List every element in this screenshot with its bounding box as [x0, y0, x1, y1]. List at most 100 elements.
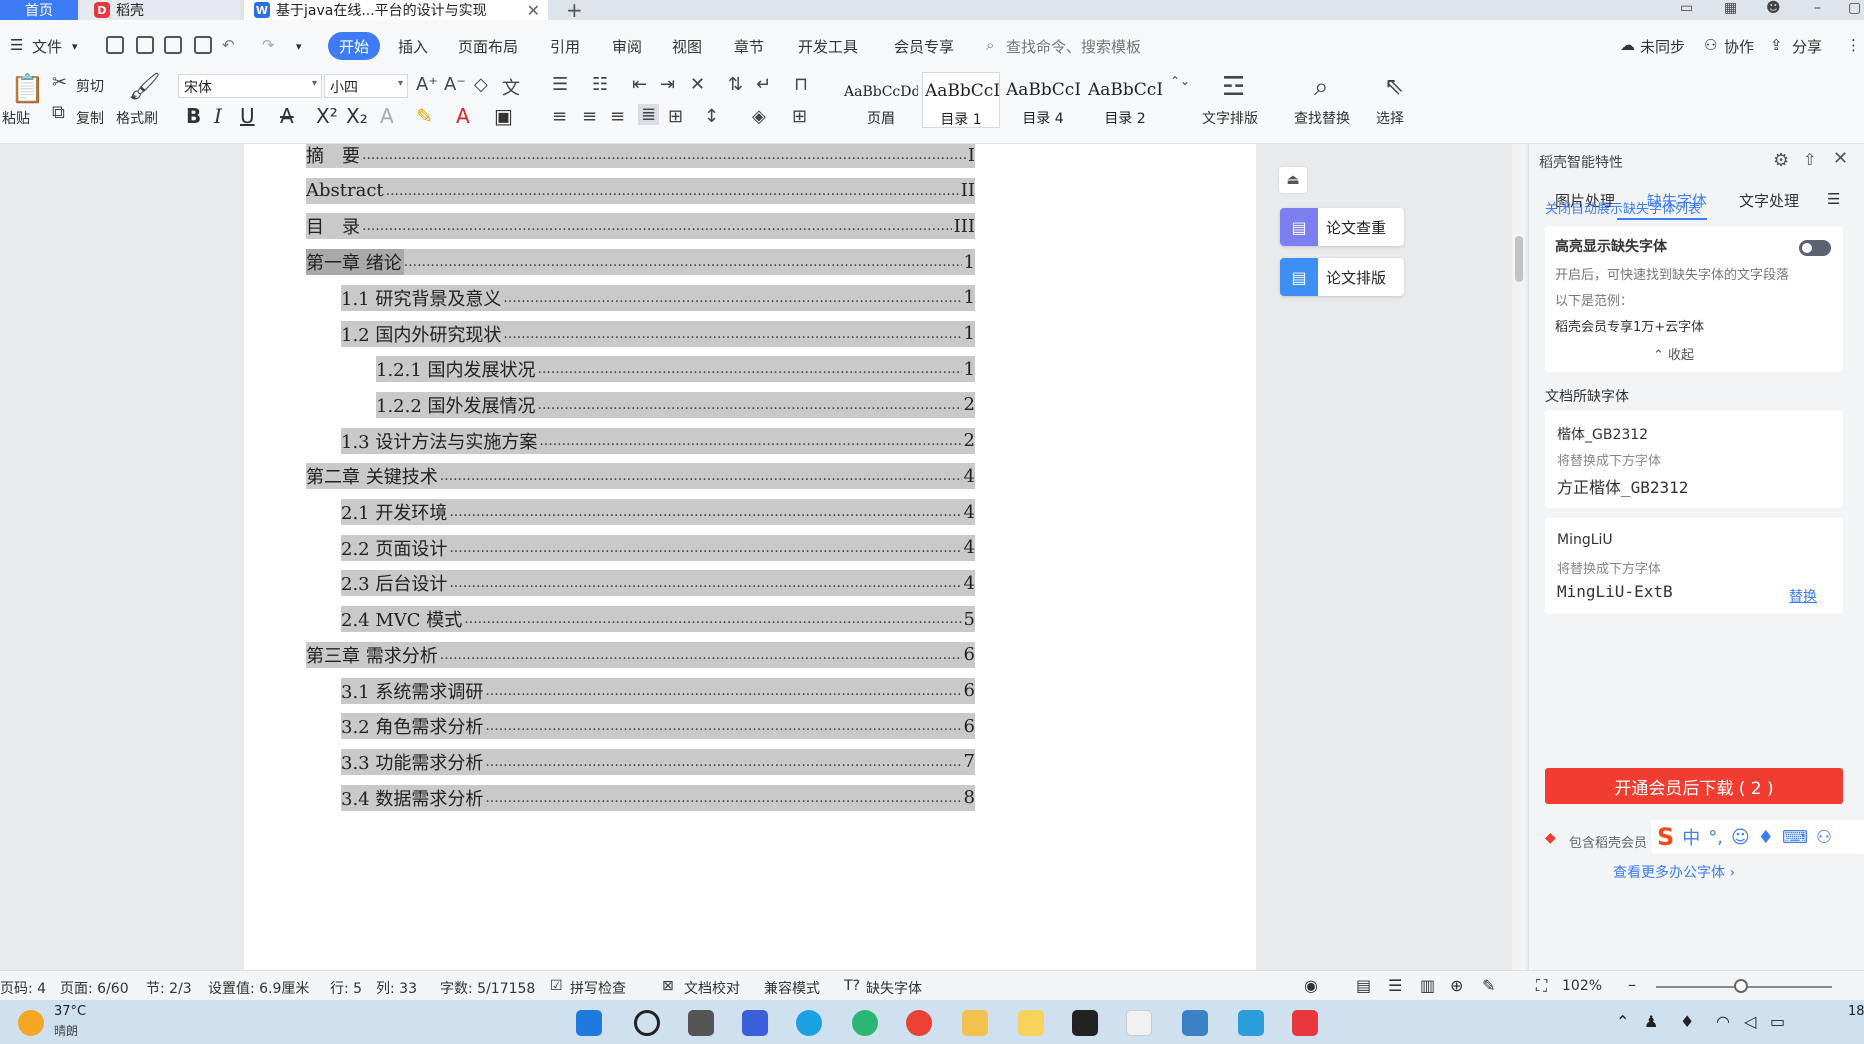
keyboard-icon[interactable]: ⌨ [1782, 827, 1808, 848]
close-auto-link[interactable]: 关闭自动展示缺失字体列表 [1545, 198, 1701, 217]
qq-icon[interactable]: ♟ [1644, 1012, 1658, 1031]
new-tab-icon[interactable]: + [566, 0, 583, 22]
apps-grid-icon[interactable]: ▦ [1724, 0, 1737, 16]
toc-entry[interactable]: 1.1 研究背景及意义.............................… [341, 284, 975, 311]
jetbrains-icon[interactable] [1072, 1010, 1098, 1036]
notes-icon[interactable] [1018, 1010, 1044, 1036]
share-button[interactable]: 分享 [1792, 36, 1822, 57]
toc-entry[interactable]: 3.2 角色需求分析..............................… [341, 713, 975, 740]
notepad-icon[interactable] [1238, 1010, 1264, 1036]
sync-status[interactable]: 未同步 [1640, 36, 1685, 57]
write-mode-icon[interactable]: ✎ [1482, 976, 1495, 995]
toc-entry[interactable]: 1.2.2 国外发展情况............................… [376, 391, 975, 418]
vertical-scrollbar[interactable] [1512, 144, 1526, 970]
scrollbar-thumb[interactable] [1515, 236, 1523, 282]
toc-entry[interactable]: 2.3 后台设计................................… [341, 570, 975, 597]
windows-start-icon[interactable] [576, 1010, 602, 1036]
minimize-icon[interactable]: – [1814, 0, 1821, 16]
chinese-mode-icon[interactable]: 中 [1682, 824, 1700, 850]
scissors-icon[interactable]: ✂ [52, 72, 67, 93]
tab-document[interactable]: W 基于java在线...平台的设计与实现 ✕ [244, 0, 548, 20]
panel-title[interactable]: 稻壳智能特性 [1539, 152, 1623, 172]
search-icon[interactable] [634, 1010, 660, 1036]
toc-entry[interactable]: 第二章 关键技术................................… [306, 463, 975, 490]
status-col[interactable]: 列: 33 [376, 978, 417, 998]
strikethrough-icon[interactable]: A [280, 104, 294, 128]
collapse-button[interactable]: ⌃ 收起 [1653, 344, 1694, 363]
numbered-list-icon[interactable]: ☷ [592, 74, 608, 95]
toc-entry[interactable]: Abstract................................… [306, 177, 975, 204]
quick-access-more-icon[interactable]: ▾ [296, 40, 302, 53]
microphone-icon[interactable]: ♦ [1758, 827, 1774, 848]
battery-icon[interactable]: ▭ [1770, 1012, 1785, 1031]
photos-icon[interactable] [1182, 1010, 1208, 1036]
format-painter-button[interactable]: 格式刷 [116, 108, 158, 128]
tabs-icon[interactable]: ⊓ [794, 74, 808, 95]
web-view-icon[interactable]: ⊕ [1450, 976, 1463, 995]
read-mode-icon[interactable]: ▥ [1420, 976, 1435, 995]
spell-check-button[interactable]: 拼写检查 [570, 978, 626, 998]
menu-view[interactable]: 视图 [672, 36, 702, 57]
save-icon[interactable] [106, 36, 124, 54]
style-toc-4[interactable]: AaBbCcDd 目录 4 [1004, 72, 1082, 128]
close-icon[interactable]: ✕ [1833, 148, 1848, 169]
menu-insert[interactable]: 插入 [398, 36, 428, 57]
chrome-icon[interactable] [906, 1010, 932, 1036]
outline-view-icon[interactable]: ☰ [1388, 976, 1402, 995]
print-icon[interactable] [164, 36, 182, 54]
folder-icon[interactable] [962, 1010, 988, 1036]
align-left-icon[interactable]: ≡ [552, 106, 567, 127]
fit-page-icon[interactable]: ⛶ [1536, 976, 1547, 996]
toc-entry[interactable]: 目 录.....................................… [306, 213, 975, 240]
menu-member[interactable]: 会员专享 [894, 36, 954, 57]
task-view-icon[interactable] [688, 1010, 714, 1036]
shading-icon[interactable]: ◈ [752, 106, 766, 127]
punctuation-icon[interactable]: °, [1708, 827, 1723, 848]
ime-toolbar[interactable]: S 中 °, ☺ ♦ ⌨ ⚇ [1651, 820, 1864, 854]
toc-entry[interactable]: 第一章 绪论..................................… [306, 249, 975, 276]
superscript-icon[interactable]: X² [316, 104, 338, 128]
toc-entry[interactable]: 3.3 功能需求分析..............................… [341, 748, 975, 775]
chevron-down-icon[interactable]: ▾ [72, 40, 78, 53]
page-view-icon[interactable]: ▤ [1356, 976, 1371, 995]
tab-home[interactable]: 首页 [0, 0, 78, 20]
tab-text-processing[interactable]: 文字处理 [1739, 190, 1799, 211]
status-page[interactable]: 页面: 6/60 [60, 978, 129, 998]
italic-icon[interactable]: I [214, 104, 222, 128]
wps-icon[interactable] [1292, 1010, 1318, 1036]
skin-icon[interactable]: ⚇ [1816, 827, 1832, 848]
volume-icon[interactable]: ◁ [1744, 1012, 1756, 1031]
toc-entry[interactable]: 1.2.1 国内发展状况............................… [376, 356, 975, 383]
wifi-icon[interactable]: ◠ [1716, 1012, 1730, 1031]
menu-file[interactable]: 文件 [32, 36, 62, 57]
status-section[interactable]: 节: 2/3 [146, 978, 192, 998]
menu-chapter[interactable]: 章节 [734, 36, 764, 57]
font-name-select[interactable]: 宋体 ▾ [178, 74, 322, 98]
print-preview-icon[interactable] [194, 36, 212, 54]
hamburger-icon[interactable]: ☰ [10, 36, 23, 54]
edge-icon[interactable] [796, 1010, 822, 1036]
chinese-layout-icon[interactable]: ✕ [690, 74, 705, 95]
toc-entry[interactable]: 2.4 MVC 模式..............................… [341, 606, 975, 633]
paper-layout-button[interactable]: ▤ 论文排版 [1280, 258, 1404, 296]
line-spacing-icon[interactable]: ↕ [704, 106, 719, 127]
replace-button[interactable]: 替换 [1789, 586, 1817, 606]
status-words[interactable]: 字数: 5/17158 [440, 978, 535, 998]
copy-button[interactable]: 复制 [76, 108, 104, 128]
status-page-no[interactable]: 页码: 4 [0, 978, 46, 998]
microphone-icon[interactable]: ♦ [1680, 1012, 1694, 1031]
menu-review[interactable]: 审阅 [612, 36, 642, 57]
status-row[interactable]: 行: 5 [330, 978, 362, 998]
toc-entry[interactable]: 2.1 开发环境................................… [341, 499, 975, 525]
search-icon[interactable]: ⌕ [986, 36, 994, 54]
menu-icon[interactable]: ☰ [1827, 190, 1840, 208]
app-icon[interactable] [1126, 1010, 1152, 1036]
zoom-slider-handle[interactable] [1734, 979, 1748, 993]
toc-entry[interactable]: 2.2 页面设计................................… [341, 534, 975, 561]
align-center-icon[interactable]: ≡ [582, 106, 597, 127]
phonetic-icon[interactable]: 文 [502, 74, 520, 100]
toc-entry[interactable]: 3.4 数据需求分析..............................… [341, 784, 975, 811]
menu-start[interactable]: 开始 [328, 32, 380, 60]
highlight-toggle[interactable] [1799, 240, 1831, 256]
weather-sun-icon[interactable] [18, 1010, 44, 1036]
